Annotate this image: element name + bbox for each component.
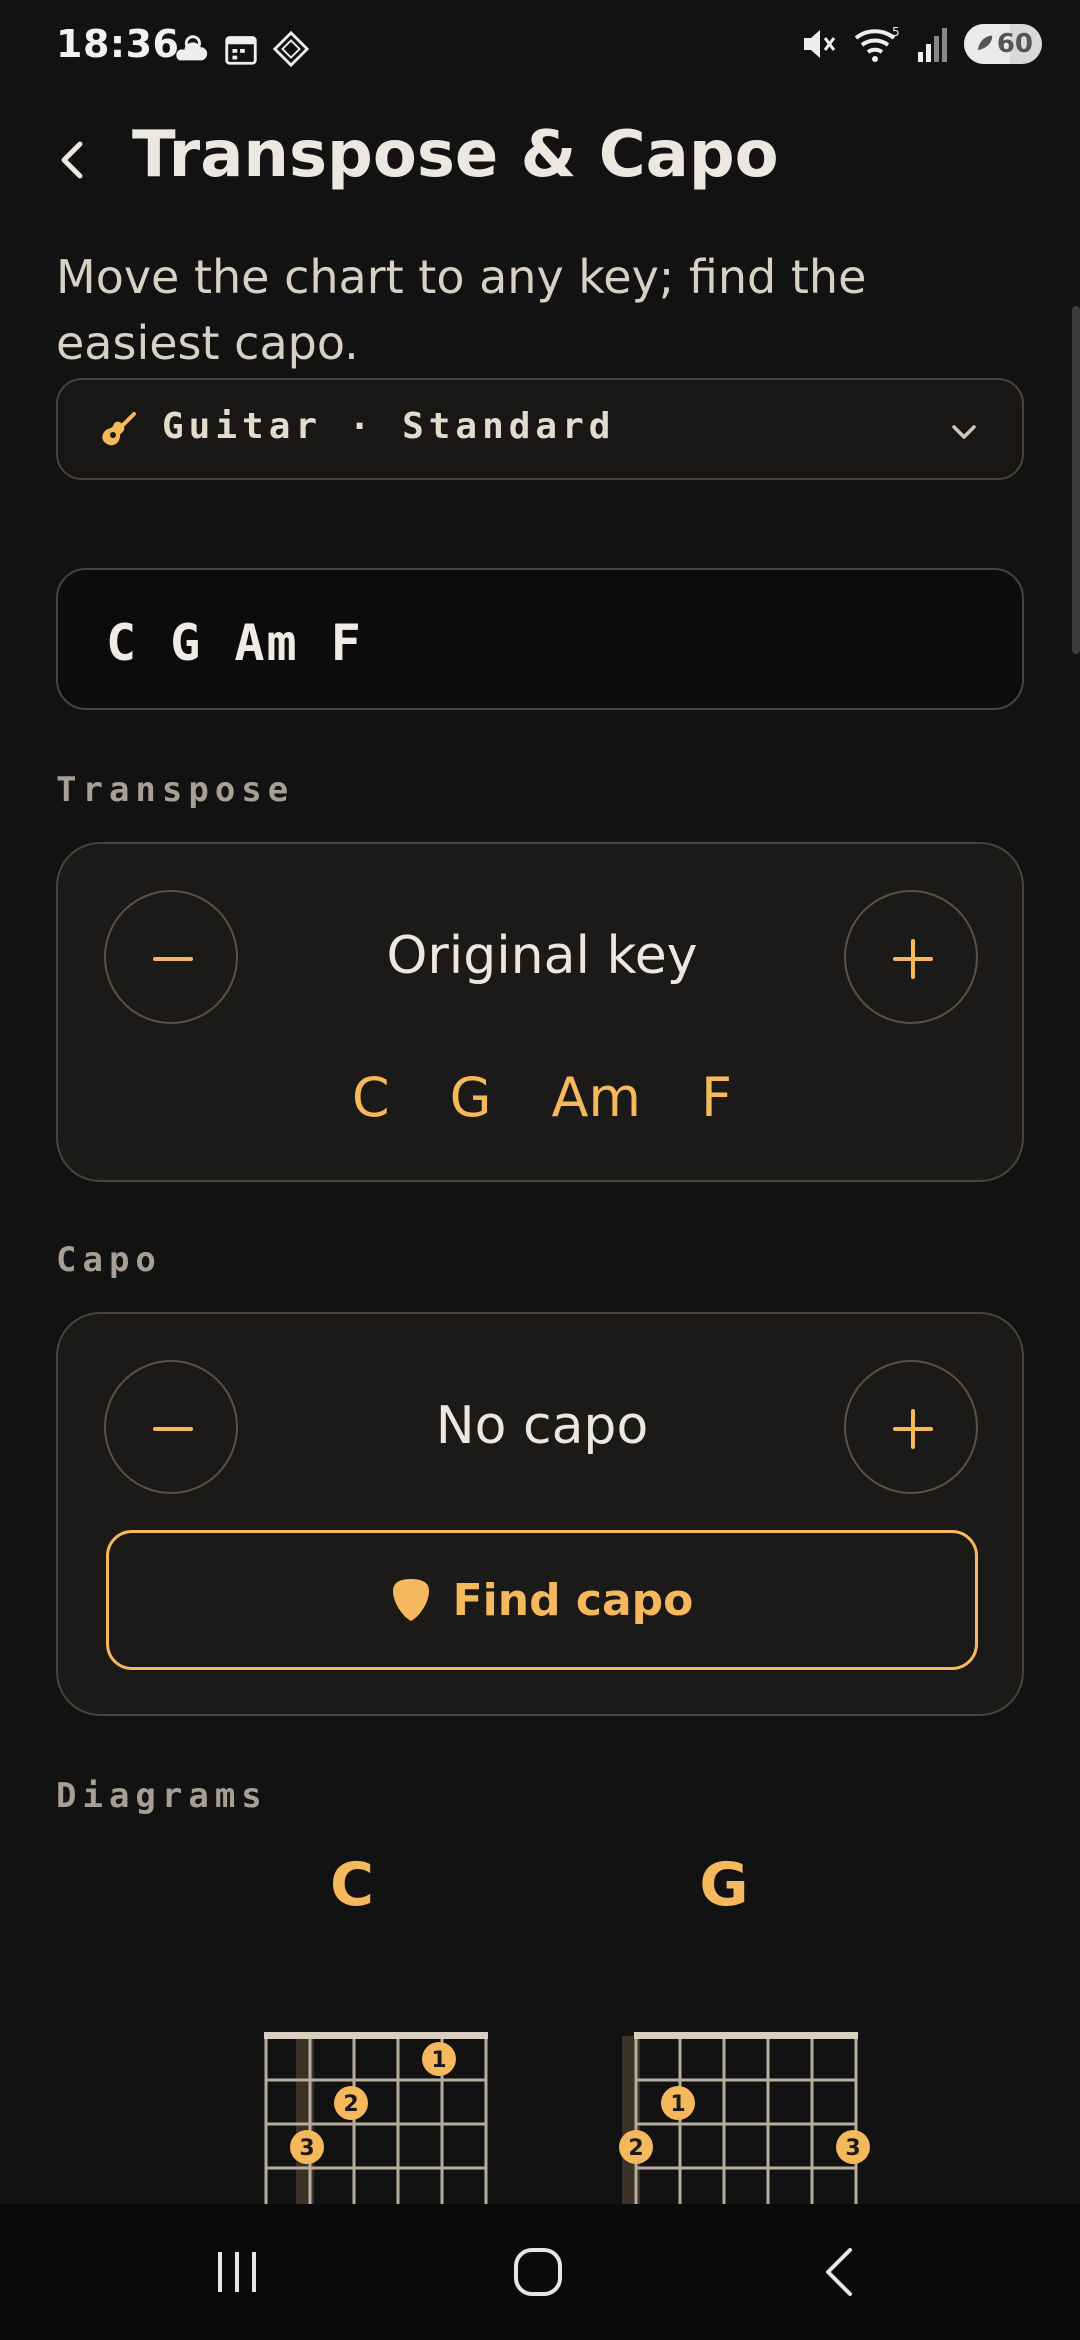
finger-dot: 1 [422,2042,456,2076]
signal-icon [918,28,947,62]
svg-text:1: 1 [670,2092,685,2117]
diagram-chord-name: G [699,1850,749,1920]
minus-icon [153,957,193,961]
back-nav-icon[interactable] [820,2244,860,2300]
capo-card: No capo Find capo [56,1312,1024,1716]
chord-diagram-g: 1 2 3 [619,2032,870,2204]
finger-dot: 3 [290,2130,324,2164]
transpose-up-button[interactable] [844,890,978,1024]
mute-icon [804,30,836,58]
finger-dot: 1 [661,2086,695,2120]
capo-value-label: No capo [435,1396,649,1456]
minus-icon [153,1427,193,1431]
plus-icon [893,939,933,979]
battery-level: 60 [996,29,1033,59]
guitar-pick-icon [392,1579,429,1621]
finger-dot: 2 [619,2130,653,2164]
page-subtitle: Move the chart to any key; find the easi… [56,250,867,370]
svg-text:5: 5 [892,25,900,39]
svg-text:2: 2 [343,2092,358,2117]
diagram-chord-name: C [329,1850,375,1920]
svg-text:3: 3 [845,2136,860,2161]
finger-dot: 3 [836,2130,870,2164]
find-capo-label: Find capo [452,1574,694,1626]
transposed-chord: C [351,1066,390,1129]
status-time: 18:36 [56,22,180,66]
instrument-select[interactable]: Guitar · Standard [56,378,1024,480]
chevron-down-icon [952,425,976,439]
svg-text:2: 2 [628,2136,643,2161]
status-bar: 18:36 5 60 [0,0,1080,100]
chord-diagram-c: 1 2 3 [264,2032,488,2204]
transposed-chords: C G Am F [58,1066,1026,1129]
transposed-chord: Am [551,1066,642,1129]
chords-input-value: C G Am F [106,614,363,672]
back-icon[interactable] [50,130,94,190]
find-capo-button[interactable]: Find capo [106,1530,978,1670]
instrument-select-value: Guitar · Standard [162,406,616,447]
transpose-section-label: Transpose [56,770,295,810]
system-nav-bar [0,2204,1080,2340]
svg-text:3: 3 [299,2136,314,2161]
diagrams-section-label: Diagrams [56,1776,268,1816]
home-icon[interactable] [512,2246,564,2298]
plus-icon [893,1409,933,1449]
chords-input[interactable]: C G Am F [56,568,1024,710]
transpose-key-label: Original key [386,926,698,986]
transpose-card: Original key C G Am F [56,842,1024,1182]
transposed-chord: G [449,1066,492,1129]
capo-section-label: Capo [56,1240,162,1280]
recent-apps-icon[interactable] [212,2248,262,2296]
weather-icon [176,35,208,61]
finger-dot: 2 [334,2086,368,2120]
calendar-icon [225,36,257,65]
scrollbar[interactable] [1072,306,1080,654]
wifi-icon: 5 [854,25,900,62]
page-title: Transpose & Capo [132,118,779,192]
guitar-icon [102,412,136,446]
app-icon [272,30,310,68]
transposed-chord: F [701,1066,733,1129]
svg-text:1: 1 [431,2048,446,2073]
battery-icon: 60 [964,24,1042,64]
capo-up-button[interactable] [844,1360,978,1494]
